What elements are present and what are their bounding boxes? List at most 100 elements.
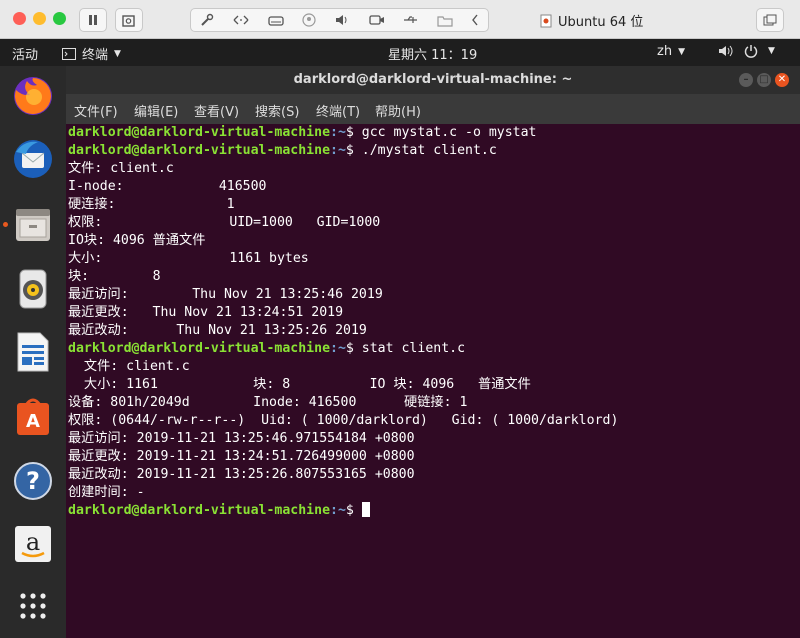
speaker-icon[interactable] <box>334 13 350 27</box>
output-line: I-node: 416500 <box>68 179 267 194</box>
vm-title-text: Ubuntu 64 位 <box>558 15 644 30</box>
camera-user-icon[interactable] <box>302 13 316 27</box>
app-menu-label: 终端 <box>82 48 109 63</box>
svg-text:A: A <box>26 411 40 432</box>
system-menu[interactable]: ▼ <box>718 44 775 58</box>
app-menu[interactable]: 终端 ▼ <box>62 44 121 63</box>
output-line: 最近访问: Thu Nov 21 13:25:46 2019 <box>68 287 383 302</box>
minimize-button[interactable]: – <box>739 73 753 87</box>
input-method-menu[interactable]: zh ▼ <box>657 44 685 59</box>
unity-view-button[interactable] <box>756 8 784 32</box>
show-applications-icon[interactable] <box>11 584 55 628</box>
prompt-user: darklord@darklord-virtual-machine <box>68 143 331 158</box>
files-icon[interactable] <box>11 203 55 247</box>
prompt-user: darklord@darklord-virtual-machine <box>68 125 331 140</box>
menu-file[interactable]: 文件(F) <box>74 101 118 120</box>
prompt-symbol: $ <box>345 125 362 140</box>
prompt-path: :~ <box>330 503 346 518</box>
video-camera-icon[interactable] <box>368 14 385 26</box>
terminal-title: darklord@darklord-virtual-machine: ~ <box>293 72 573 87</box>
hard-disk-icon[interactable] <box>268 14 284 26</box>
prompt-path: :~ <box>330 341 346 356</box>
output-line: 硬连接: 1 <box>68 197 235 212</box>
caret-down-icon: ▼ <box>678 46 685 57</box>
output-line: 最近改动: 2019-11-21 13:25:26.807553165 +080… <box>68 467 415 482</box>
output-line: 最近改动: Thu Nov 21 13:25:26 2019 <box>68 323 367 338</box>
terminal-app-icon <box>62 47 76 60</box>
terminal-output[interactable]: darklord@darklord-virtual-machine:~$ gcc… <box>68 124 798 634</box>
menu-search[interactable]: 搜索(S) <box>255 101 299 120</box>
output-line: 最近更改: 2019-11-21 13:24:51.726499000 +080… <box>68 449 415 464</box>
prompt-line: darklord@darklord-virtual-machine:~$ sta… <box>68 340 798 358</box>
prompt-line: darklord@darklord-virtual-machine:~$ ./m… <box>68 142 798 160</box>
prompt-symbol: $ <box>345 143 362 158</box>
prompt-symbol: $ <box>345 341 362 356</box>
usb-icon[interactable] <box>403 14 419 26</box>
prompt-line: darklord@darklord-virtual-machine:~$ gcc… <box>68 124 798 142</box>
help-icon[interactable]: ? <box>11 459 55 503</box>
close-window-button[interactable] <box>13 12 26 25</box>
gnome-top-panel: 活动 终端 ▼ 星期六 11：19 zh ▼ ▼ <box>0 39 800 66</box>
wrench-icon[interactable] <box>200 13 214 27</box>
terminal-menubar: 文件(F) 编辑(E) 查看(V) 搜索(S) 终端(T) 帮助(H) <box>66 94 800 124</box>
text-cursor <box>361 502 370 517</box>
output-line: 大小: 1161 bytes <box>68 251 309 266</box>
output-line: 文件: client.c <box>68 161 174 176</box>
caret-down-icon: ▼ <box>114 48 121 59</box>
output-line: 最近访问: 2019-11-21 13:25:46.971554184 +080… <box>68 431 415 446</box>
input-method-label: zh <box>657 44 673 59</box>
network-icon[interactable] <box>232 14 250 26</box>
prompt-user: darklord@darklord-virtual-machine <box>68 503 331 518</box>
output-line: 权限: UID=1000 GID=1000 <box>68 215 381 230</box>
power-icon <box>744 45 758 58</box>
activities-button[interactable]: 活动 <box>12 44 38 63</box>
snapshot-button[interactable] <box>115 8 143 32</box>
prompt-path: :~ <box>330 125 346 140</box>
firefox-icon[interactable] <box>11 74 55 118</box>
output-line: 权限: (0644/-rw-r--r--) Uid: ( 1000/darklo… <box>68 413 619 428</box>
output-line: 大小: 1161 块: 8 IO 块: 4096 普通文件 <box>68 377 531 392</box>
caret-down-icon: ▼ <box>768 46 775 56</box>
terminal-window: darklord@darklord-virtual-machine: ~ – □… <box>66 66 800 638</box>
svg-text:?: ? <box>26 467 40 495</box>
amazon-icon[interactable]: a <box>11 522 55 566</box>
output-line: 块: 8 <box>68 269 161 284</box>
menu-terminal[interactable]: 终端(T) <box>316 101 360 120</box>
output-line: IO块: 4096 普通文件 <box>68 233 206 248</box>
prompt-path: :~ <box>330 143 346 158</box>
minimize-window-button[interactable] <box>33 12 46 25</box>
running-indicator <box>3 222 8 227</box>
prompt-line: darklord@darklord-virtual-machine:~$ <box>68 502 798 520</box>
maximize-button[interactable]: □ <box>757 73 771 87</box>
software-center-icon[interactable]: A <box>11 394 55 438</box>
chevron-left-icon[interactable] <box>471 14 479 26</box>
terminal-titlebar[interactable]: darklord@darklord-virtual-machine: ~ – □… <box>66 66 800 94</box>
pause-icon <box>89 15 97 25</box>
clock[interactable]: 星期六 11：19 <box>388 44 477 63</box>
close-button[interactable]: ✕ <box>775 73 789 87</box>
shared-folder-icon[interactable] <box>437 14 453 27</box>
volume-icon <box>719 45 733 57</box>
suspend-button[interactable] <box>79 8 107 32</box>
vm-title: Ubuntu 64 位 <box>540 11 643 30</box>
host-window-titlebar: Ubuntu 64 位 <box>0 0 800 39</box>
snapshot-icon <box>122 15 135 27</box>
output-line: 文件: client.c <box>68 359 190 374</box>
command-text: gcc mystat.c -o mystat <box>361 125 537 140</box>
output-line: 最近更改: Thu Nov 21 13:24:51 2019 <box>68 305 344 320</box>
menu-help[interactable]: 帮助(H) <box>375 101 421 120</box>
command-text: ./mystat client.c <box>361 143 497 158</box>
svg-text:a: a <box>26 528 40 556</box>
thunderbird-icon[interactable] <box>11 137 55 181</box>
ubuntu-dock: A ? a <box>0 66 66 638</box>
zoom-window-button[interactable] <box>53 12 66 25</box>
prompt-symbol: $ <box>345 503 362 518</box>
menu-edit[interactable]: 编辑(E) <box>134 101 178 120</box>
libreoffice-writer-icon[interactable] <box>11 330 55 374</box>
menu-view[interactable]: 查看(V) <box>194 101 239 120</box>
rhythmbox-icon[interactable] <box>11 267 55 311</box>
device-toolbar <box>190 8 489 32</box>
prompt-user: darklord@darklord-virtual-machine <box>68 341 331 356</box>
vm-document-icon <box>540 14 552 27</box>
windows-overlap-icon <box>763 14 777 26</box>
